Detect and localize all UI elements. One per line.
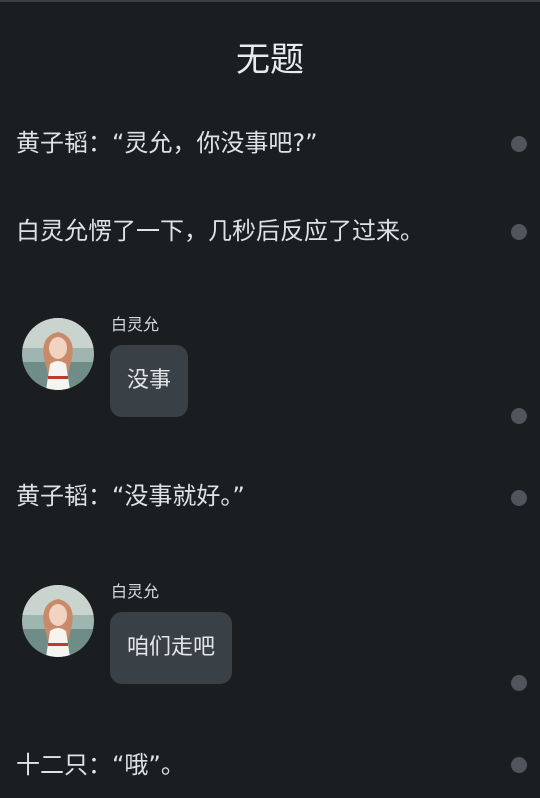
story-line: 黄子韬：“灵允，你没事吧?” — [16, 129, 318, 157]
line-marker-dot[interactable] — [511, 136, 527, 152]
story-line: 白灵允愣了一下，几秒后反应了过来。 — [16, 217, 424, 245]
avatar[interactable] — [22, 585, 94, 657]
line-marker-dot[interactable] — [511, 408, 527, 424]
chat-bubble[interactable]: 咱们走吧 — [110, 612, 233, 684]
speaker-name: 白灵允 — [111, 582, 160, 601]
line-marker-dot[interactable] — [511, 490, 527, 506]
chat-bubble[interactable]: 没事 — [110, 345, 189, 417]
line-marker-dot[interactable] — [511, 224, 527, 240]
avatar[interactable] — [22, 318, 94, 390]
story-line: 十二只：“哦”。 — [16, 751, 185, 779]
line-marker-dot[interactable] — [511, 757, 527, 773]
page-title: 无题 — [236, 40, 304, 80]
speaker-name: 白灵允 — [111, 315, 160, 334]
line-marker-dot[interactable] — [511, 675, 527, 691]
profile-photo-icon — [22, 318, 94, 390]
top-divider — [0, 0, 540, 2]
story-line: 黄子韬：“没事就好。” — [16, 482, 245, 510]
profile-photo-icon — [22, 585, 94, 657]
